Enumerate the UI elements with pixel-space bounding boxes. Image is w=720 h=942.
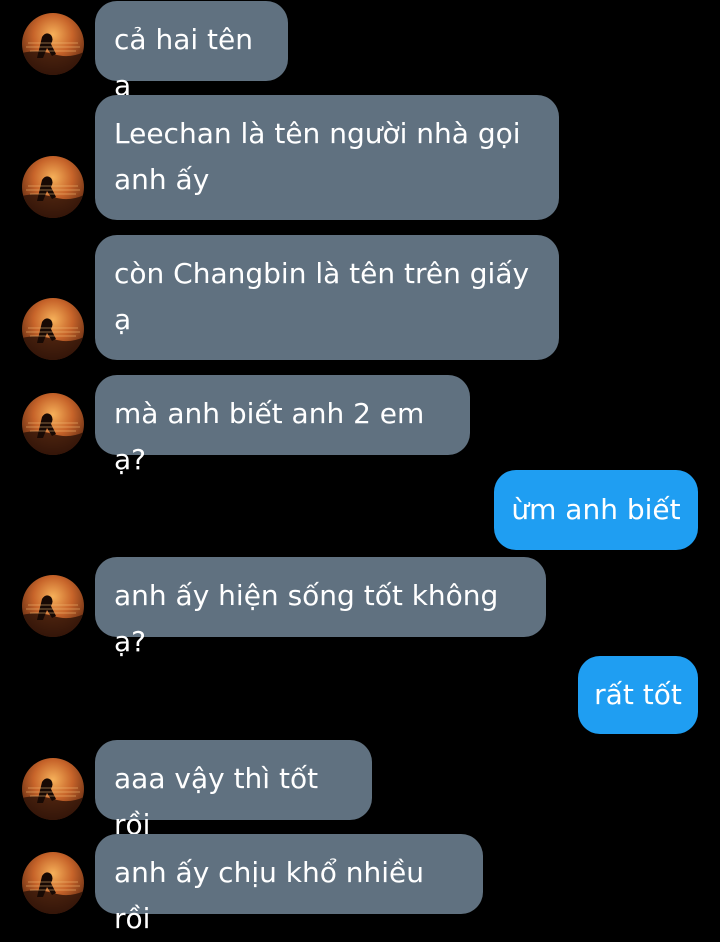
message-text: aaa vậy thì tốt rồi (114, 762, 319, 841)
message-bubble-incoming[interactable]: cả hai tên ạ (95, 1, 288, 102)
contact-avatar[interactable] (22, 852, 84, 914)
message-text: rất tốt (594, 678, 682, 711)
contact-avatar[interactable] (22, 575, 84, 637)
contact-avatar[interactable] (22, 156, 84, 218)
message-bubble-outgoing[interactable]: rất tốt (578, 656, 698, 734)
sunset-silhouette-avatar-icon (22, 758, 84, 820)
contact-avatar[interactable] (22, 758, 84, 820)
message-bubble-incoming[interactable]: anh ấy chịu khổ nhiều rồi (95, 834, 483, 935)
chat-thread: cả hai tên ạ Leechan là tên người nhà gọ… (0, 0, 720, 935)
contact-avatar[interactable] (22, 13, 84, 75)
contact-avatar[interactable] (22, 393, 84, 455)
message-bubble-incoming[interactable]: anh ấy hiện sống tốt không ạ? (95, 557, 546, 658)
sunset-silhouette-avatar-icon (22, 575, 84, 637)
contact-avatar[interactable] (22, 298, 84, 360)
message-text: anh ấy hiện sống tốt không ạ? (114, 579, 499, 658)
sunset-silhouette-avatar-icon (22, 393, 84, 455)
message-text: Leechan là tên người nhà gọi anh ấy (114, 117, 521, 196)
message-text: cả hai tên ạ (114, 23, 253, 102)
message-text: anh ấy chịu khổ nhiều rồi (114, 856, 424, 935)
message-text: mà anh biết anh 2 em ạ? (114, 397, 425, 476)
message-text: còn Changbin là tên trên giấy ạ (114, 257, 530, 336)
sunset-silhouette-avatar-icon (22, 13, 84, 75)
message-text: ừm anh biết (511, 493, 681, 526)
message-bubble-outgoing[interactable]: ừm anh biết (494, 470, 698, 550)
sunset-silhouette-avatar-icon (22, 852, 84, 914)
sunset-silhouette-avatar-icon (22, 298, 84, 360)
sunset-silhouette-avatar-icon (22, 156, 84, 218)
message-bubble-incoming[interactable]: còn Changbin là tên trên giấy ạ (95, 235, 559, 360)
message-bubble-incoming[interactable]: mà anh biết anh 2 em ạ? (95, 375, 470, 476)
message-bubble-incoming[interactable]: Leechan là tên người nhà gọi anh ấy (95, 95, 559, 220)
message-bubble-incoming[interactable]: aaa vậy thì tốt rồi (95, 740, 372, 841)
